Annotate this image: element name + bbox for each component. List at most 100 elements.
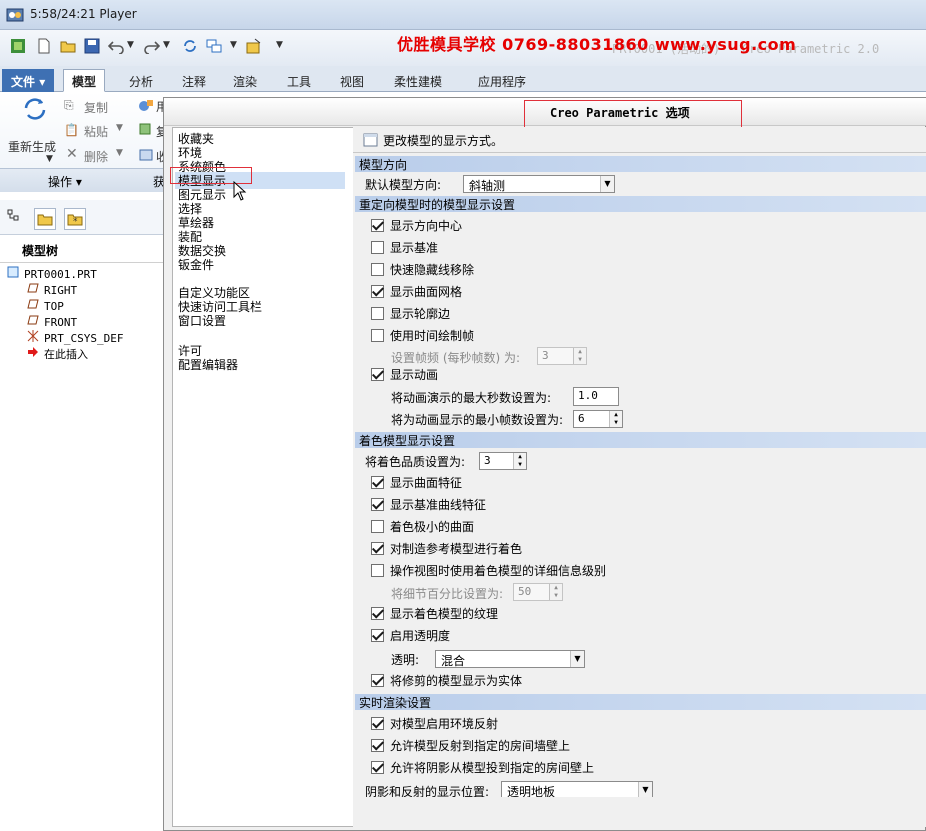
checkbox-checked[interactable] [371, 498, 384, 511]
shade-lod-option[interactable]: 操作视图时使用着色模型的详细信息级别 [371, 562, 606, 579]
paste-icon: 📋 [64, 123, 79, 137]
close-window-icon[interactable] [246, 38, 262, 54]
tab-tools[interactable]: 工具 [278, 69, 320, 92]
checkbox-unchecked[interactable] [371, 564, 384, 577]
checkbox-checked[interactable] [371, 717, 384, 730]
regenerate-icon[interactable] [182, 38, 198, 54]
new-file-icon[interactable] [36, 38, 52, 54]
nav-sheetmetal[interactable]: 钣金件 [178, 256, 214, 273]
checkbox-checked[interactable] [371, 476, 384, 489]
model-tree-tab[interactable] [6, 208, 28, 230]
anim-max-seconds-input[interactable]: 1.0 [573, 387, 619, 406]
checkbox-checked[interactable] [371, 219, 384, 232]
regenerate-large-icon[interactable] [22, 96, 48, 122]
detail-pct-spinner[interactable]: 50 ▲ ▼ [513, 583, 563, 601]
env-reflection-option[interactable]: 对模型启用环境反射 [371, 715, 498, 732]
show-texture-option[interactable]: 显示着色模型的纹理 [371, 605, 498, 622]
shade-small-surfaces-option[interactable]: 着色极小的曲面 [371, 518, 474, 535]
navigator-tabs: * [0, 200, 163, 234]
save-icon[interactable] [84, 38, 100, 54]
tree-item-right-plane[interactable]: RIGHT [26, 282, 77, 297]
show-datum-curves-option[interactable]: 显示基准曲线特征 [371, 496, 486, 513]
tree-item-insert-here[interactable]: 在此插入 [26, 346, 88, 362]
tree-item-top-plane[interactable]: TOP [26, 298, 64, 313]
tree-item-part[interactable]: PRT0001.PRT [6, 266, 97, 281]
paste-button[interactable]: 粘贴 [84, 123, 108, 140]
tree-item-front-plane[interactable]: FRONT [26, 314, 77, 329]
tree-item-csys[interactable]: PRT_CSYS_DEF [26, 330, 123, 345]
show-surface-features-option[interactable]: 显示曲面特征 [371, 474, 462, 491]
tab-applications[interactable]: 应用程序 [469, 69, 535, 92]
nav-config-editor[interactable]: 配置编辑器 [178, 356, 238, 373]
checkbox-unchecked[interactable] [371, 329, 384, 342]
favorites-tab[interactable]: * [64, 208, 86, 230]
show-surface-mesh-option[interactable]: 显示曲面网格 [371, 283, 462, 300]
undo-dropdown-icon[interactable]: ▼ [127, 40, 134, 50]
checkbox-checked[interactable] [371, 542, 384, 555]
shade-quality-label: 将着色品质设置为: [365, 455, 466, 469]
default-orientation-select[interactable]: 斜轴测 ▼ [463, 175, 615, 193]
change-display-option[interactable]: 更改模型的显示方式。 [363, 132, 503, 149]
checkbox-checked[interactable] [371, 285, 384, 298]
reflect-on-walls-option[interactable]: 允许模型反射到指定的房间墙壁上 [371, 737, 570, 754]
tab-flexible-modeling[interactable]: 柔性建模 [385, 69, 451, 92]
shade-quality-spinner[interactable]: 3 ▲ ▼ [479, 452, 527, 470]
operations-group-label[interactable]: 操作 ▾ [48, 173, 82, 190]
tab-view[interactable]: 视图 [331, 69, 373, 92]
show-orientation-center-option[interactable]: 显示方向中心 [371, 217, 462, 234]
open-folder-icon[interactable] [60, 38, 76, 54]
shade-mfg-ref-option[interactable]: 对制造参考模型进行着色 [371, 540, 522, 557]
datum-plane-icon [26, 314, 40, 329]
tab-file[interactable]: 文件 ▾ [2, 69, 55, 92]
delete-dropdown-icon[interactable]: ▼ [116, 148, 123, 158]
checkbox-checked[interactable] [371, 607, 384, 620]
shrinkwrap-icon[interactable] [138, 147, 154, 163]
transparency-select[interactable]: 混合 ▼ [435, 650, 585, 668]
creo-logo-icon[interactable] [10, 38, 26, 54]
show-datums-option[interactable]: 显示基准 [371, 239, 438, 256]
datum-plane-icon [26, 298, 40, 313]
regenerate-dropdown-icon[interactable]: ▼ [46, 154, 53, 164]
undo-icon[interactable] [108, 38, 124, 54]
customize-toolbar-icon[interactable]: ▼ [276, 40, 283, 50]
show-animation-option[interactable]: 显示动画 [371, 366, 438, 383]
checkbox-checked[interactable] [371, 629, 384, 642]
show-silhouette-edges-option[interactable]: 显示轮廓边 [371, 305, 450, 322]
content-divider [353, 152, 926, 153]
anim-min-frames-spinner[interactable]: 6 ▲ ▼ [573, 410, 623, 428]
tab-annotate[interactable]: 注释 [173, 69, 215, 92]
checkbox-checked[interactable] [371, 739, 384, 752]
folder-browser-tab[interactable] [34, 208, 56, 230]
time-frame-draw-option[interactable]: 使用时间绘制帧 [371, 327, 474, 344]
frame-rate-spinner[interactable]: 3 ▲ ▼ [537, 347, 587, 365]
regenerate-button[interactable]: 重新生成 [8, 138, 56, 155]
tab-analysis[interactable]: 分析 [120, 69, 162, 92]
checkbox-unchecked[interactable] [371, 307, 384, 320]
delete-button[interactable]: 删除 [84, 148, 108, 165]
enable-transparency-option[interactable]: 启用透明度 [371, 627, 450, 644]
checkbox-unchecked[interactable] [371, 241, 384, 254]
trimmed-as-solid-option[interactable]: 将修剪的模型显示为实体 [371, 672, 522, 689]
checkbox-checked[interactable] [371, 674, 384, 687]
part-icon [6, 266, 20, 281]
nav-window-settings[interactable]: 窗口设置 [178, 312, 226, 329]
checkbox-unchecked[interactable] [371, 263, 384, 276]
checkbox-checked[interactable] [371, 761, 384, 774]
redo-icon[interactable] [144, 38, 160, 54]
checkbox-unchecked[interactable] [371, 520, 384, 533]
ribbon-group-bar: 操作 ▾ 获 [0, 168, 165, 192]
copy-button[interactable]: 复制 [84, 99, 108, 116]
windows-dropdown-icon[interactable]: ▼ [230, 40, 237, 50]
copy-geometry-icon[interactable] [138, 122, 154, 138]
cast-shadows-option[interactable]: 允许将阴影从模型投到指定的房间壁上 [371, 759, 594, 776]
section-shaded-display: 着色模型显示设置 [355, 432, 926, 448]
anim-min-frames-label: 将为动画显示的最小帧数设置为: [391, 413, 564, 427]
tab-render[interactable]: 渲染 [224, 69, 266, 92]
checkbox-checked[interactable] [371, 368, 384, 381]
paste-dropdown-icon[interactable]: ▼ [116, 123, 123, 133]
redo-dropdown-icon[interactable]: ▼ [163, 40, 170, 50]
windows-icon[interactable] [206, 38, 222, 54]
fast-hlr-option[interactable]: 快速隐藏线移除 [371, 261, 474, 278]
tab-model[interactable]: 模型 [63, 69, 106, 92]
user-feature-icon[interactable] [138, 98, 154, 114]
